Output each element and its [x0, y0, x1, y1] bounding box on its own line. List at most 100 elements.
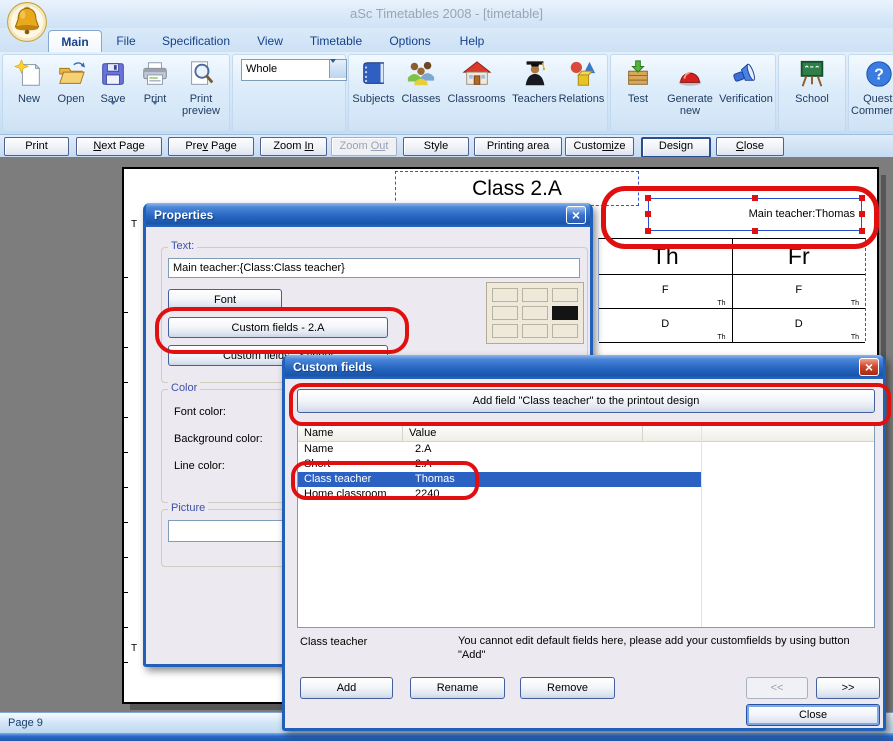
field-row-short[interactable]: Short 2.A: [298, 457, 874, 472]
tab-timetable[interactable]: Timetable: [300, 30, 372, 52]
properties-dialog-title-bar[interactable]: Properties: [146, 203, 590, 227]
view-scope-dropdown[interactable]: Whole: [241, 59, 347, 81]
ribbon-group-generate: Test Generate new Verification: [610, 54, 776, 132]
timetable-row: D Th D Th: [599, 309, 865, 343]
toolbar-close-button[interactable]: Close: [716, 137, 784, 156]
field-row-name[interactable]: Name 2.A: [298, 442, 874, 457]
lesson-cell[interactable]: D Th: [599, 309, 732, 342]
align-cell[interactable]: [492, 288, 518, 302]
align-cell[interactable]: [492, 306, 518, 320]
tab-help[interactable]: Help: [448, 30, 496, 52]
column-header-value[interactable]: Value: [403, 425, 643, 441]
print-preview-icon: [177, 59, 225, 93]
add-button[interactable]: Add: [300, 677, 393, 699]
resize-handle[interactable]: [859, 195, 865, 201]
toolbar-print-button[interactable]: Print: [4, 137, 69, 156]
teacher-label: Th: [851, 300, 859, 307]
tab-file[interactable]: File: [104, 30, 148, 52]
lesson-cell[interactable]: F Th: [599, 275, 732, 308]
resize-handle[interactable]: [859, 228, 865, 234]
align-cell[interactable]: [492, 324, 518, 338]
field-row-home-classroom[interactable]: Home classroom 2240: [298, 487, 874, 502]
ribbon-button-school[interactable]: School: [787, 57, 837, 129]
close-button[interactable]: Close: [746, 704, 880, 726]
ribbon-button-save[interactable]: Save: [93, 57, 133, 129]
subjects-book-icon: [350, 59, 397, 93]
ribbon-button-verification[interactable]: Verification: [719, 57, 773, 129]
tab-view[interactable]: View: [244, 30, 296, 52]
custom-fields-dialog-title-bar[interactable]: Custom fields: [285, 355, 883, 379]
toolbar-customize-button[interactable]: Customize: [565, 137, 634, 156]
font-button[interactable]: Font: [168, 289, 282, 310]
ribbon-button-label: New: [9, 93, 49, 105]
align-cell[interactable]: [522, 324, 548, 338]
text-template-input[interactable]: [168, 258, 580, 278]
chevron-down-icon: [330, 59, 336, 75]
resize-handle[interactable]: [752, 228, 758, 234]
field-row-class-teacher-selected[interactable]: Class teacher Thomas: [298, 472, 701, 487]
ribbon-button-subjects[interactable]: Subjects: [350, 57, 397, 129]
ribbon-button-open[interactable]: Open: [51, 57, 91, 129]
column-header-name[interactable]: Name: [298, 425, 403, 441]
ribbon-button-generate-new[interactable]: Generate new: [661, 57, 719, 129]
taskbar-edge: [0, 733, 893, 741]
close-icon[interactable]: ×: [859, 358, 879, 376]
ribbon-button-print-preview[interactable]: Print preview: [177, 57, 225, 129]
ribbon-button-test[interactable]: Test: [619, 57, 657, 129]
page-row-label: T: [131, 219, 137, 230]
toolbar-next-page-button[interactable]: Next Page: [76, 137, 162, 156]
align-cell[interactable]: [522, 288, 548, 302]
chevron-down-icon[interactable]: [152, 101, 158, 117]
align-cell-selected[interactable]: [552, 306, 578, 320]
custom-fields-class-button[interactable]: Custom fields - 2.A: [168, 317, 388, 338]
lesson-cell[interactable]: D Th: [732, 309, 866, 342]
resize-handle[interactable]: [645, 211, 651, 217]
next-field-button[interactable]: >>: [816, 677, 880, 699]
ribbon-button-label: Verification: [719, 93, 773, 105]
new-document-icon: [9, 59, 49, 93]
day-header: Th: [599, 239, 732, 274]
remove-button[interactable]: Remove: [520, 677, 615, 699]
school-chalkboard-icon: [787, 59, 837, 93]
chevron-down-icon[interactable]: [110, 101, 116, 117]
toolbar-zoom-in-button[interactable]: Zoom In: [260, 137, 327, 156]
ribbon-button-relations[interactable]: Relations: [557, 57, 606, 129]
dropdown-button[interactable]: [329, 60, 346, 78]
ribbon-button-classes[interactable]: Classes: [399, 57, 443, 129]
toolbar-design-button[interactable]: Design: [641, 137, 711, 158]
ribbon-button-label: Relations: [557, 93, 606, 105]
close-icon[interactable]: ×: [566, 206, 586, 224]
tab-main[interactable]: Main: [48, 30, 102, 53]
align-cell[interactable]: [552, 324, 578, 338]
resize-handle[interactable]: [859, 211, 865, 217]
classrooms-house-icon: [445, 59, 508, 93]
selected-text-element[interactable]: Main teacher:Thomas: [648, 198, 862, 231]
ribbon-button-print[interactable]: Print: [135, 57, 175, 129]
tab-options[interactable]: Options: [376, 30, 444, 52]
rename-button[interactable]: Rename: [410, 677, 505, 699]
test-crate-icon: [619, 59, 657, 93]
resize-handle[interactable]: [645, 228, 651, 234]
add-field-to-printout-button[interactable]: Add field "Class teacher" to the printou…: [297, 389, 875, 413]
ribbon-button-new[interactable]: New: [9, 57, 49, 129]
teacher-label: Th: [851, 334, 859, 341]
resize-handle[interactable]: [752, 195, 758, 201]
ribbon-button-classrooms[interactable]: Classrooms: [445, 57, 508, 129]
generate-siren-icon: [661, 59, 719, 93]
ribbon-button-questions-comments[interactable]: ? Questi Comments?: [851, 57, 893, 129]
class-title-element[interactable]: Class 2.A: [395, 171, 639, 206]
ribbon-button-label: Open: [51, 93, 91, 105]
ribbon: New Open Save Print: [0, 52, 893, 135]
app-logo-bell-icon[interactable]: [6, 1, 48, 43]
resize-handle[interactable]: [645, 195, 651, 201]
lesson-cell[interactable]: F Th: [732, 275, 866, 308]
tab-specification[interactable]: Specification: [152, 30, 240, 52]
toolbar-prev-page-button[interactable]: Prev Page: [168, 137, 254, 156]
align-cell[interactable]: [552, 288, 578, 302]
toolbar-style-button[interactable]: Style: [403, 137, 469, 156]
toolbar-printing-area-button[interactable]: Printing area: [474, 137, 562, 156]
ribbon-group-file: New Open Save Print: [2, 54, 230, 132]
ribbon-button-teachers[interactable]: Teachers: [510, 57, 559, 129]
align-cell[interactable]: [522, 306, 548, 320]
window-title: aSc Timetables 2008 - [timetable]: [0, 0, 893, 28]
